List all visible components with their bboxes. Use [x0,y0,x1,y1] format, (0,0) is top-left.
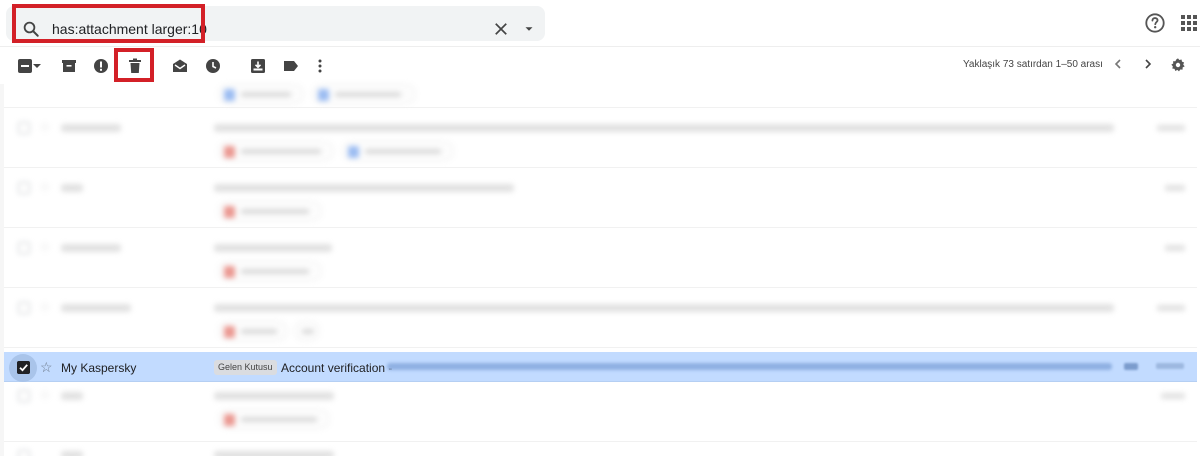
row-checkbox-checked[interactable] [17,361,30,374]
star-icon[interactable]: ☆ [39,119,51,135]
email-row[interactable] [4,84,1197,108]
date-placeholder [1161,393,1185,399]
search-highlight-box [12,4,205,43]
row-checkbox[interactable] [18,182,30,194]
more-icon[interactable] [311,57,329,75]
date-placeholder [1156,363,1184,369]
attachment-chip[interactable] [312,84,416,104]
attachment-chip[interactable] [294,321,320,341]
sender-placeholder [61,244,121,252]
sender-placeholder [61,184,83,192]
mark-as-read-icon[interactable] [171,57,189,75]
file-icon [224,266,235,278]
row-checkbox[interactable] [18,302,30,314]
file-icon [224,206,235,218]
email-row[interactable] [4,442,1197,456]
email-row[interactable]: ☆ [4,382,1197,442]
attachment-chip[interactable] [218,321,288,341]
date-placeholder [1165,185,1185,191]
attachment-chip[interactable] [218,201,322,221]
file-icon [224,326,235,338]
snippet-placeholder [214,244,332,252]
close-icon[interactable] [492,20,510,38]
apps-grid-icon[interactable] [1180,14,1198,32]
email-list: ☆ ☆ ☆ ☆ ☆ My Kaspersky Gelen Kutusu Acco… [0,84,1200,456]
sender-placeholder [61,392,83,400]
attachment-chip[interactable] [218,84,304,104]
help-icon[interactable] [1144,12,1166,34]
pagination-text: Yaklaşık 73 satırdan 1–50 arası [963,59,1103,70]
archive-icon[interactable] [60,57,78,75]
move-to-icon[interactable] [249,57,267,75]
file-icon [348,146,359,158]
snippet-placeholder [387,363,1112,370]
star-icon[interactable]: ☆ [39,179,51,195]
date-placeholder [1157,305,1185,311]
attachment-chip[interactable] [218,141,334,161]
email-row[interactable]: ☆ [4,108,1197,168]
gear-icon[interactable] [1170,57,1186,73]
caret-down-icon[interactable] [522,22,536,36]
star-icon[interactable]: ☆ [39,299,51,315]
report-spam-icon[interactable] [92,57,110,75]
snippet-placeholder [214,184,514,192]
sender-placeholder [61,451,83,456]
email-row[interactable]: ☆ [4,288,1197,348]
star-icon[interactable]: ☆ [40,359,53,376]
attachment-chip[interactable] [218,409,330,429]
row-checkbox[interactable] [18,390,30,402]
select-dropdown-icon[interactable] [32,57,42,75]
label-icon[interactable] [282,57,300,75]
snooze-icon[interactable] [204,57,222,75]
email-row[interactable]: ☆ [4,228,1197,288]
email-row[interactable]: ☆ [4,168,1197,228]
chevron-left-icon[interactable] [1112,58,1124,70]
row-checkbox[interactable] [18,450,30,456]
email-row-selected[interactable]: ☆ My Kaspersky Gelen Kutusu Account veri… [4,352,1197,382]
date-placeholder [1157,125,1185,131]
inbox-label[interactable]: Gelen Kutusu [214,360,277,375]
snippet-placeholder [214,392,334,400]
snippet-placeholder [214,304,1114,312]
email-subject: Account verification - [281,361,393,375]
file-icon [224,414,235,426]
star-icon[interactable]: ☆ [39,239,51,255]
tag-placeholder [1124,363,1138,370]
attachment-chip[interactable] [218,261,322,281]
file-icon [224,89,235,101]
sender-placeholder [61,304,131,312]
snippet-placeholder [214,451,334,456]
sender-placeholder [61,124,121,132]
date-placeholder [1165,245,1185,251]
top-bar [0,0,1200,46]
attachment-chip[interactable] [342,141,454,161]
snippet-placeholder [214,124,1114,132]
email-sender: My Kaspersky [61,361,137,375]
star-icon[interactable]: ☆ [39,387,51,403]
row-checkbox[interactable] [18,242,30,254]
file-icon [318,89,329,101]
delete-highlight-box [114,48,154,82]
chevron-right-icon[interactable] [1142,58,1154,70]
row-checkbox[interactable] [18,122,30,134]
file-icon [224,146,235,158]
